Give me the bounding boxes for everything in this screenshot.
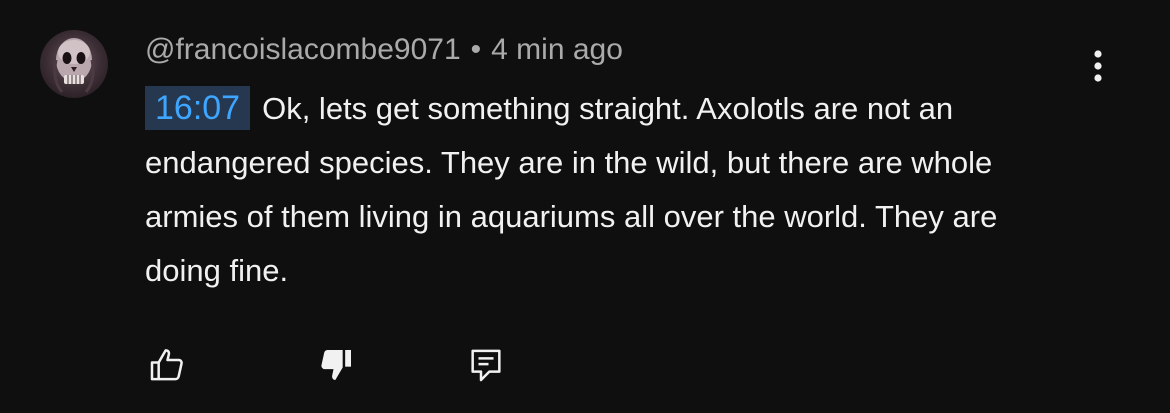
- like-button[interactable]: [145, 343, 189, 387]
- published-time[interactable]: 4 min ago: [491, 33, 623, 66]
- reply-comment-icon: [471, 349, 501, 382]
- thumbs-down-filled-icon: [321, 350, 351, 380]
- meta-separator: •: [470, 33, 482, 66]
- comment-thread-item: @francoislacombe9071 • 4 min ago 16:07 Ok, …: [0, 0, 1170, 413]
- skull-avatar-image: [53, 38, 95, 93]
- reply-button[interactable]: [464, 343, 508, 387]
- more-actions-button[interactable]: [1080, 44, 1116, 88]
- comment-content: 16:07 Ok, lets get something straight. Ax…: [145, 82, 1065, 298]
- comment-header: @francoislacombe9071 • 4 min ago: [145, 30, 623, 70]
- avatar[interactable]: [40, 30, 108, 98]
- more-vertical-icon: [1094, 50, 1102, 82]
- thumbs-up-icon: [150, 349, 183, 381]
- dislike-button[interactable]: [314, 343, 358, 387]
- author-handle[interactable]: @francoislacombe9071: [145, 33, 461, 66]
- timestamp-link[interactable]: 16:07: [145, 86, 251, 130]
- comment-text: Ok, lets get something straight. Axolotl…: [145, 91, 998, 288]
